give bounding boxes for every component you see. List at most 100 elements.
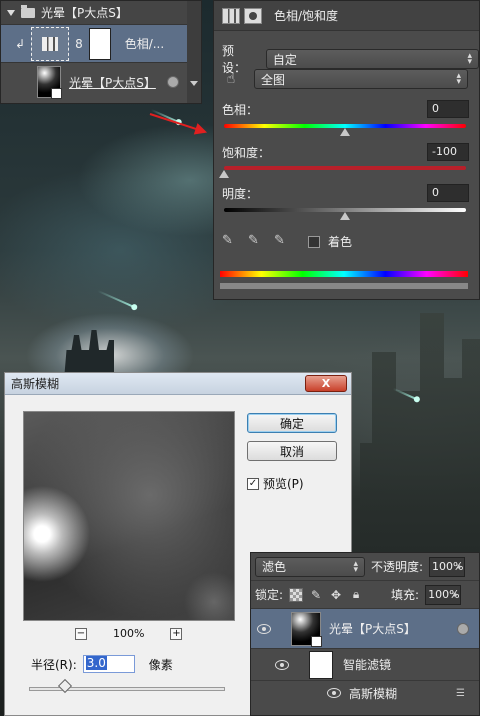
eye-icon[interactable] (257, 623, 271, 634)
preview-checkbox-row[interactable]: ✓ 预览(P) (247, 475, 304, 492)
target-hand-icon[interactable]: ☝ (222, 70, 240, 88)
fill-input[interactable]: 100% (425, 584, 462, 605)
zoom-bar: − 100% + (75, 627, 183, 640)
lock-label: 锁定: (255, 588, 284, 602)
radius-row: 半径(R): 3.0 像素 (31, 655, 173, 673)
range-value: 全图 (261, 72, 286, 87)
layer-name: 光晕【P大点S】 (69, 75, 156, 90)
ok-button[interactable]: 确定 (247, 413, 337, 433)
blend-row: 滤色 ▴ ▾ 不透明度: 100% (251, 553, 479, 581)
group-name: 光晕【P大点S】 (41, 6, 128, 20)
lock-transparency-icon[interactable] (289, 587, 304, 602)
adjustment-layer-row[interactable]: ↲ 8 色相/... (1, 25, 201, 63)
hue-saturation-panel: 色相/饱和度 预设： 自定 ▴ ▾ ☝ 全图 ▴ ▾ 色相： 0 饱和度： -100… (213, 0, 480, 300)
blend-mode-value: 滤色 (262, 560, 287, 574)
opacity-value: 100% (432, 560, 464, 573)
eye-icon[interactable] (275, 659, 289, 670)
smart-filter-icon (167, 76, 179, 88)
comet (97, 289, 135, 309)
layer-name: 光晕【P大点S】 (329, 622, 416, 636)
colorize-checkbox[interactable] (308, 235, 320, 248)
layers-panel-top: 光晕【P大点S】 ↲ 8 色相/... 光晕【P大点S】 (0, 0, 202, 104)
eyedropper-icon[interactable]: ✎ (222, 233, 238, 249)
saturation-slider-thumb[interactable] (219, 170, 229, 178)
range-dropdown[interactable]: 全图 ▴ ▾ (254, 69, 468, 89)
filter-mask-thumbnail[interactable] (309, 650, 333, 679)
hue-input[interactable]: 0 (427, 100, 469, 118)
chevron-down-icon[interactable] (190, 81, 198, 86)
lightness-label: 明度： (222, 187, 259, 201)
colorize-row[interactable]: 着色 (308, 233, 352, 250)
hue-saturation-thumbnail[interactable] (31, 26, 70, 61)
range-row: ☝ 全图 ▴ ▾ (222, 69, 468, 89)
close-button[interactable]: X (305, 375, 347, 392)
smart-object-layer-row[interactable]: 光晕【P大点S】 (251, 609, 479, 649)
lock-row: 锁定: ✎ ✥ 🔒︎ 填充: 100% (251, 581, 479, 609)
adjustment-icon[interactable] (222, 7, 240, 24)
filter-name: 高斯模糊 (349, 686, 398, 701)
city-buildings (360, 313, 480, 560)
zoom-out-button[interactable]: − (75, 627, 87, 640)
lock-position-icon[interactable]: ✥ (329, 588, 343, 602)
updown-arrows-icon: ▴ ▾ (456, 71, 461, 87)
updown-arrows-icon: ▴ ▾ (353, 558, 358, 575)
result-spectrum-bar (220, 283, 468, 289)
fill-value: 100% (428, 588, 460, 601)
radius-slider[interactable] (29, 678, 225, 694)
opacity-input[interactable]: 100% (429, 556, 466, 577)
radius-input[interactable]: 3.0 (82, 655, 135, 673)
link-icon[interactable]: 8 (75, 37, 83, 51)
expand-triangle-icon[interactable] (7, 9, 15, 16)
fill-label: 填充: (391, 588, 420, 602)
eye-icon[interactable] (327, 688, 341, 698)
layer-group-row[interactable]: 光晕【P大点S】 (1, 1, 201, 25)
preview-label: 预览(P) (263, 477, 304, 491)
adjustment-layer-name: 色相/... (124, 37, 165, 51)
opacity-label: 不透明度: (371, 560, 424, 574)
preview-checkbox[interactable]: ✓ (247, 477, 259, 490)
eyedropper-plus-icon[interactable]: ✎ (248, 233, 264, 249)
panel-header: 色相/饱和度 (214, 1, 479, 31)
colorize-label: 着色 (328, 235, 353, 249)
filter-options-icon[interactable]: ☰ (456, 688, 465, 699)
radius-unit: 像素 (148, 657, 173, 672)
cancel-button[interactable]: 取消 (247, 441, 337, 461)
preset-dropdown[interactable]: 自定 ▴ ▾ (265, 49, 479, 69)
updown-arrows-icon: ▴ ▾ (467, 51, 472, 67)
filter-row[interactable]: 高斯模糊 ☰ (251, 681, 479, 705)
preset-value: 自定 (272, 52, 297, 67)
zoom-in-button[interactable]: + (170, 627, 183, 640)
layers-panel-bottom: 滤色 ▴▾ 不透明度: 100% 锁定: ✎ ✥ 🔒︎ 填充: 100% 光晕【… (250, 552, 480, 716)
smart-object-layer-row[interactable]: 光晕【P大点S】 (1, 63, 201, 101)
smart-object-thumbnail[interactable] (37, 66, 62, 99)
lock-all-icon[interactable]: 🔒︎ (349, 587, 363, 602)
lightness-slider-thumb[interactable] (340, 212, 350, 220)
lightness-input[interactable]: 0 (427, 184, 469, 202)
smart-object-thumbnail[interactable] (291, 611, 322, 647)
hue-label: 色相： (222, 103, 259, 117)
panel-scrollbar[interactable] (187, 1, 201, 103)
dialog-title: 高斯模糊 (11, 377, 60, 391)
smart-filters-row[interactable]: 智能滤镜 (251, 649, 479, 681)
blur-preview[interactable] (23, 411, 235, 621)
lock-pixels-icon[interactable]: ✎ (309, 588, 323, 602)
panel-title: 色相/饱和度 (274, 9, 339, 23)
saturation-slider[interactable] (219, 166, 466, 178)
smart-filter-icon (457, 622, 469, 635)
levels-icon (42, 36, 59, 51)
smart-filters-label: 智能滤镜 (343, 658, 392, 672)
eyedropper-minus-icon[interactable]: ✎ (274, 233, 290, 249)
layer-mask-thumbnail[interactable] (88, 27, 111, 60)
hue-slider-thumb[interactable] (340, 128, 350, 136)
zoom-level: 100% (113, 627, 145, 640)
saturation-input[interactable]: -100 (427, 143, 469, 161)
folder-icon (21, 4, 35, 18)
color-spectrum-bar (220, 271, 468, 277)
mask-icon[interactable] (244, 7, 262, 24)
blend-mode-dropdown[interactable]: 滤色 ▴ ▾ (255, 556, 365, 577)
radius-slider-thumb[interactable] (57, 678, 73, 694)
hue-slider[interactable] (224, 124, 466, 136)
saturation-label: 饱和度： (222, 146, 271, 160)
lightness-slider[interactable] (224, 208, 466, 220)
dialog-titlebar[interactable]: 高斯模糊 (5, 373, 351, 395)
